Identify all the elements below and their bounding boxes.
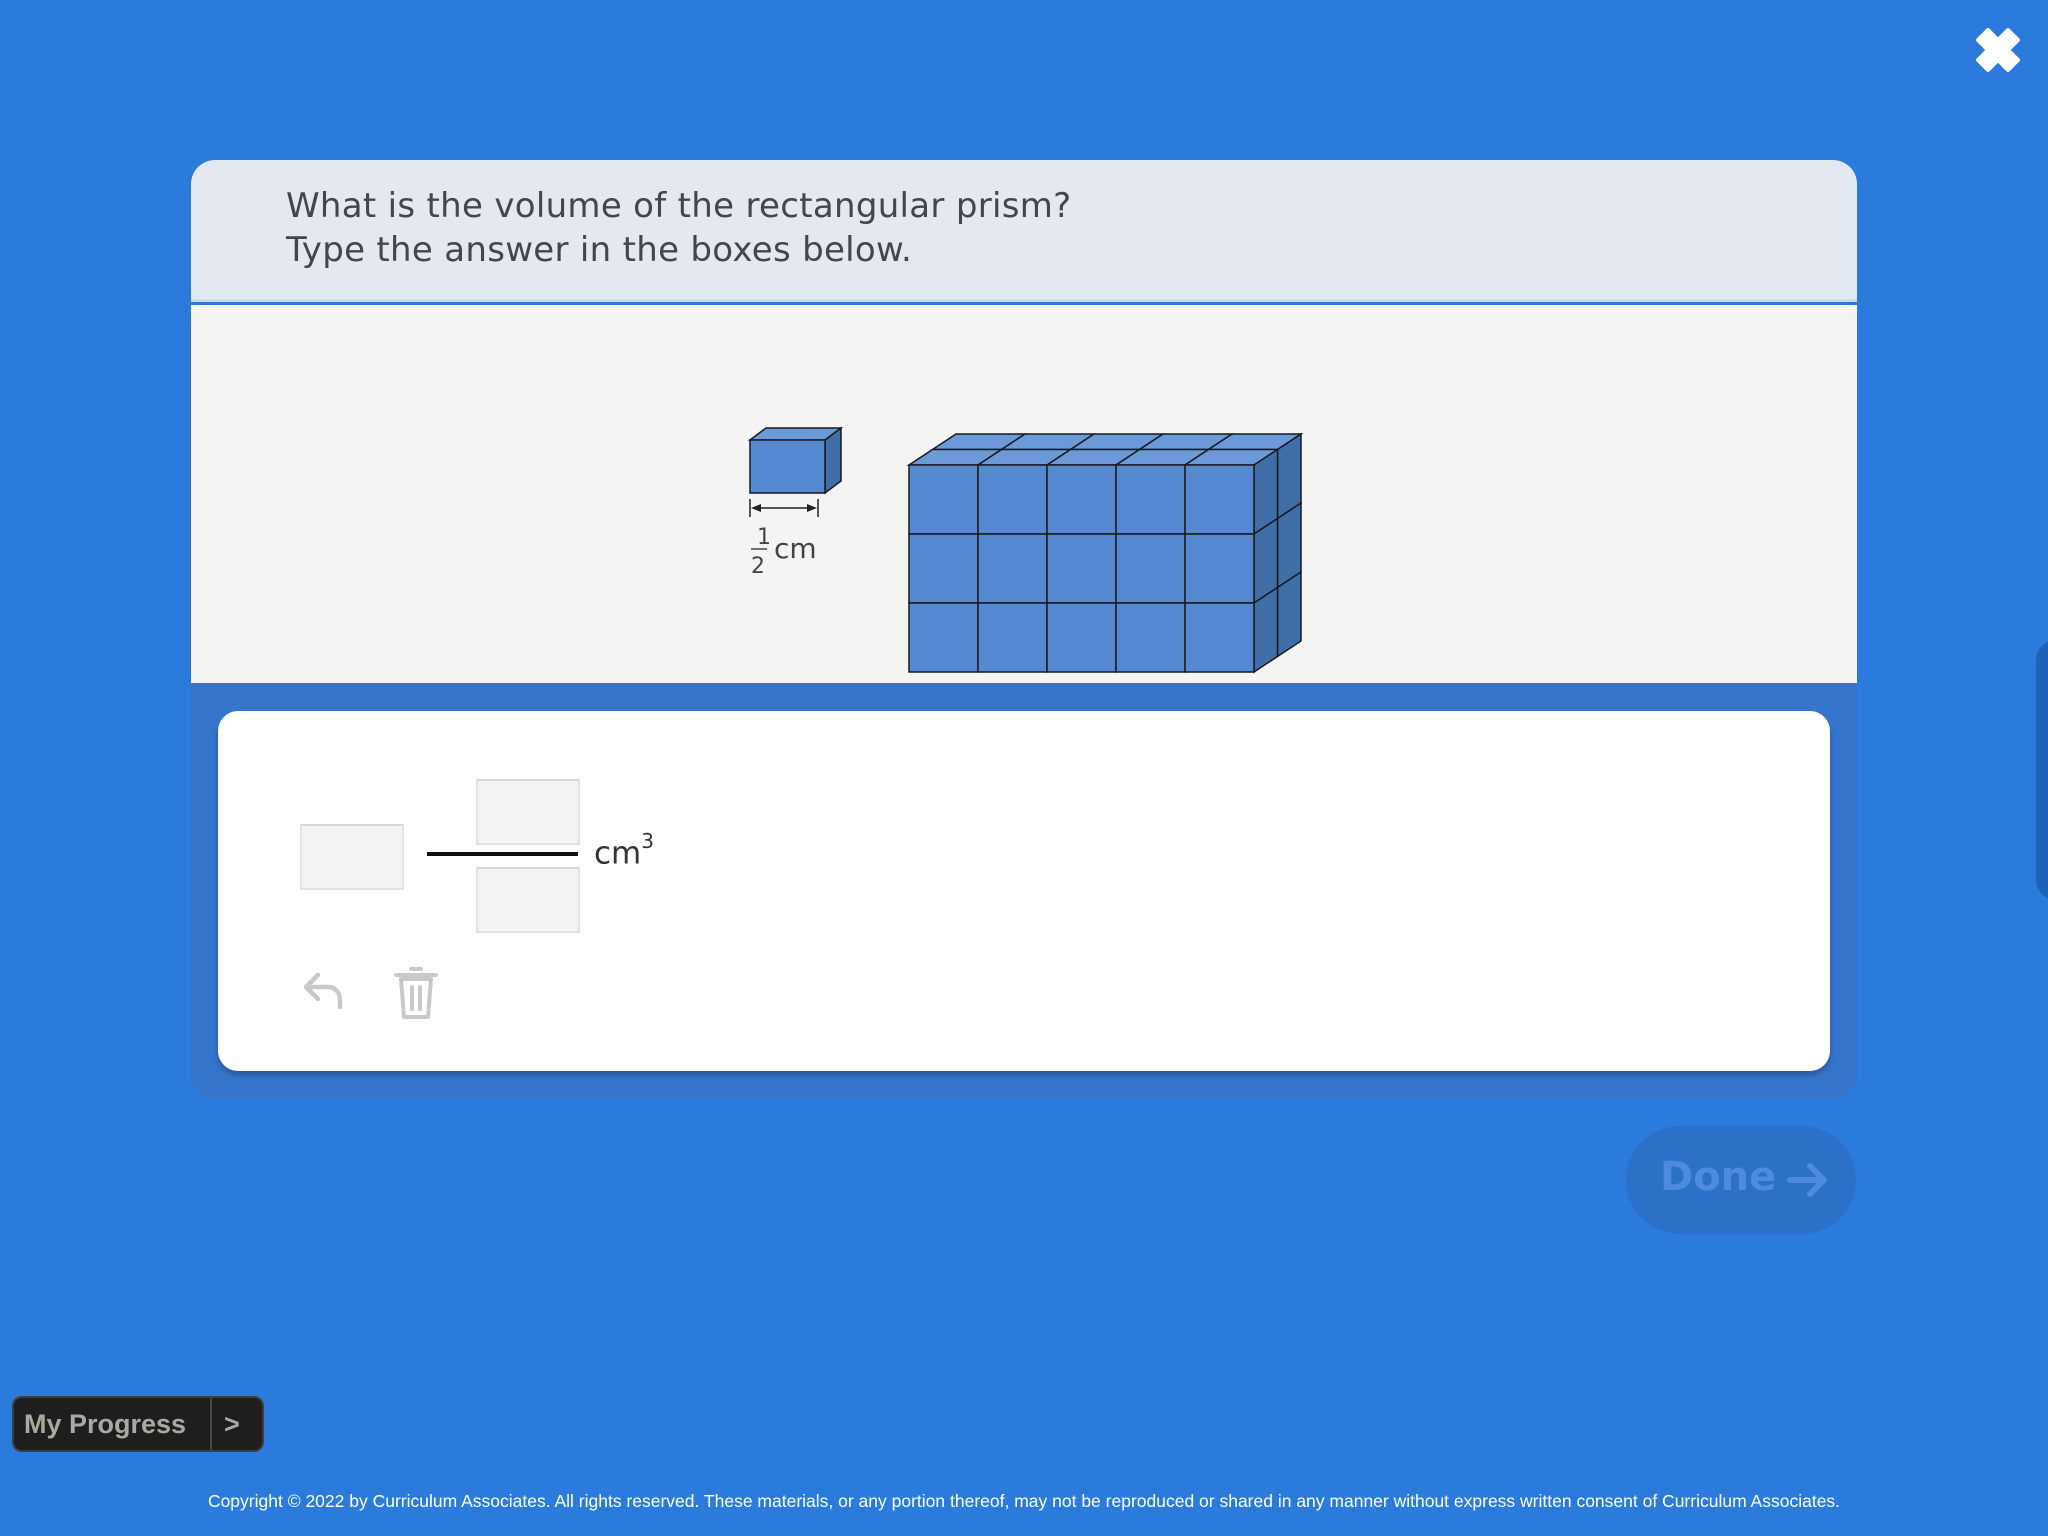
cube-front-face	[1046, 533, 1117, 604]
dimension-arrow	[749, 499, 819, 517]
fraction-bar	[427, 852, 578, 856]
unit-cube	[747, 426, 844, 495]
trash-icon	[394, 967, 438, 1019]
chevron-right-icon: >	[224, 1409, 240, 1439]
done-button[interactable]: Done	[1626, 1126, 1856, 1234]
undo-button[interactable]	[296, 963, 344, 1019]
question-card: What is the volume of the rectangular pr…	[191, 160, 1857, 1098]
figure-area: 1 2 cm	[191, 305, 1857, 683]
unit-exponent: 3	[641, 829, 654, 853]
whole-number-input[interactable]	[300, 824, 404, 890]
cube-front-face	[908, 533, 979, 604]
edge-denominator: 2	[751, 554, 765, 579]
answer-unit: cm3	[594, 829, 654, 872]
edge-unit: cm	[774, 532, 817, 565]
cube-side-face	[1276, 570, 1302, 658]
question-text: What is the volume of the rectangular pr…	[286, 186, 1072, 226]
close-icon	[1976, 28, 2020, 72]
clear-button[interactable]	[392, 963, 440, 1019]
progress-divider	[210, 1398, 212, 1450]
close-button[interactable]	[1968, 20, 2028, 80]
cube-front-face	[908, 464, 979, 535]
arrow-right-icon	[1787, 1163, 1827, 1197]
my-progress-button[interactable]: My Progress >	[12, 1396, 264, 1452]
question-prompt: What is the volume of the rectangular pr…	[191, 160, 1857, 302]
cube-front-face	[977, 533, 1048, 604]
copyright-notice: Copyright © 2022 by Curriculum Associate…	[207, 1491, 1841, 1511]
answer-panel: cm3	[218, 711, 1830, 1071]
cube-front-face	[1115, 533, 1186, 604]
cube-front-face	[1115, 602, 1186, 673]
cube-front-face	[1046, 464, 1117, 535]
rectangular-prism	[906, 432, 1304, 674]
unit-base: cm	[594, 835, 642, 872]
cube-front-face	[977, 464, 1048, 535]
prism-figure: 1 2 cm	[747, 426, 1304, 674]
cube-front-face	[1046, 602, 1117, 673]
denominator-input[interactable]	[476, 867, 580, 933]
cube-front-face	[908, 602, 979, 673]
undo-icon	[303, 972, 343, 1010]
cube-front-face	[977, 602, 1048, 673]
cube-front-face	[1184, 533, 1255, 604]
cube-front-face	[1115, 464, 1186, 535]
cube-front-face	[1184, 464, 1255, 535]
cube-front-face	[1184, 602, 1255, 673]
instruction-text: Type the answer in the boxes below.	[286, 230, 913, 270]
edge-numerator: 1	[757, 525, 771, 550]
done-label: Done	[1660, 1154, 1777, 1200]
my-progress-label: My Progress	[24, 1409, 187, 1439]
edge-decoration	[2036, 640, 2048, 900]
numerator-input[interactable]	[476, 779, 580, 845]
cube-side-face	[1253, 586, 1279, 674]
